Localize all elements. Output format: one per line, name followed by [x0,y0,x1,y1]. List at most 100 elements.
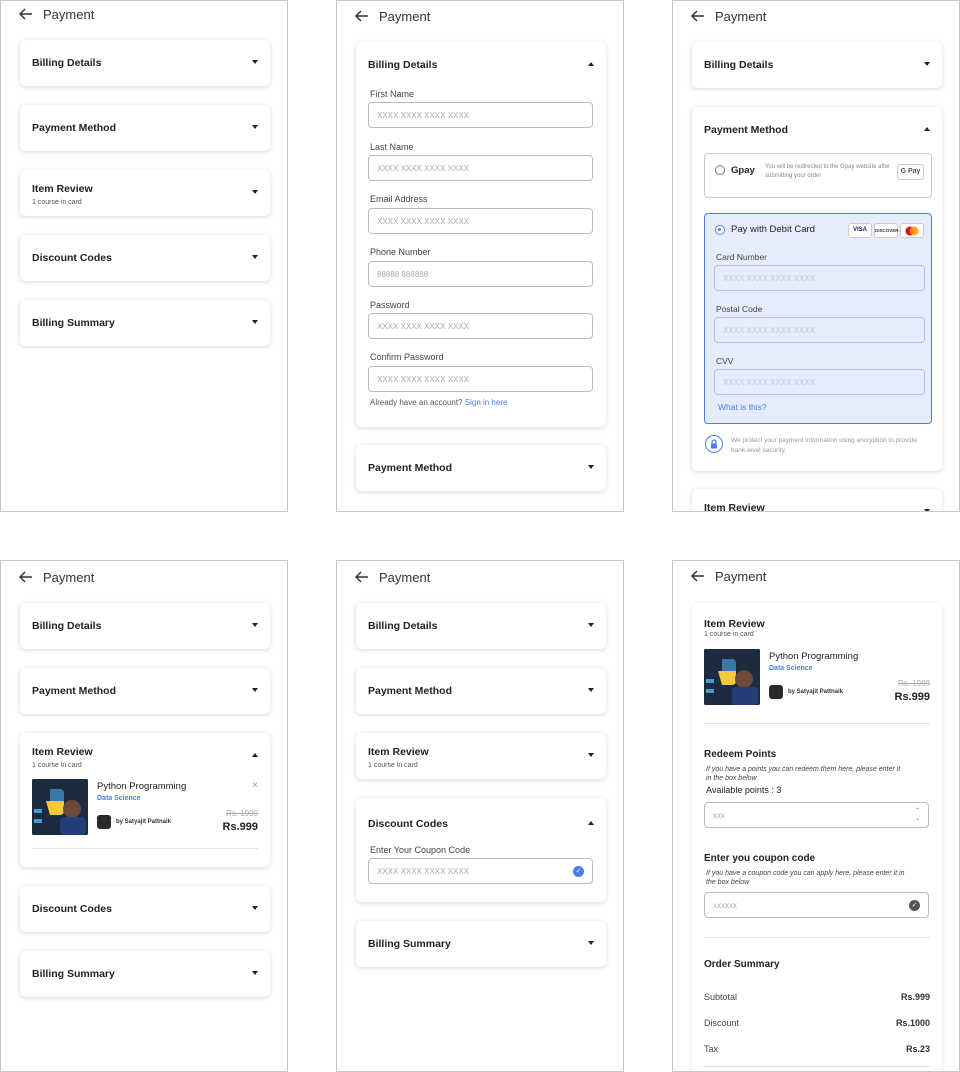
placeholder: XXXX XXXX XXXX XXXX [377,375,470,384]
caret-down-icon[interactable] [588,688,594,692]
section-title: Billing Details [704,59,774,71]
screen-item-review: Payment Billing Details Payment Method I… [0,560,288,1072]
payment-method-section: Payment Method Gpay You will be redirect… [692,107,942,471]
gpay-radio[interactable] [715,165,725,175]
item-review-section: Item Review 1 course in card Python Progr… [20,733,270,867]
first-name-label: First Name [370,89,415,99]
payment-method-section[interactable]: Payment Method [356,668,606,714]
password-input[interactable]: XXXX XXXX XXXX XXXX [368,313,593,339]
header: Payment [19,6,94,22]
debit-card-radio[interactable] [715,225,725,235]
caret-down-icon[interactable] [252,320,258,324]
billing-summary-section[interactable]: Billing Summary [356,921,606,967]
sign-in-link[interactable]: Sign in here [465,398,508,407]
caret-up-icon[interactable] [588,821,594,825]
payment-method-section[interactable]: Payment Method [356,445,606,491]
placeholder: XXXX XXXX XXXX XXXX [723,326,816,335]
course-category: Data Science [97,795,141,802]
caret-down-icon[interactable] [588,623,594,627]
back-arrow-icon[interactable] [691,10,705,22]
remove-item-button[interactable]: × [252,780,258,791]
discount-codes-section[interactable]: Discount Codes [20,235,270,281]
old-price: Rs. 1999 [897,679,930,688]
billing-details-section[interactable]: Billing Details [20,40,270,86]
points-input[interactable]: xxx ⌃ ⌄ [704,802,929,828]
placeholder: XXXX XXXX XXXX XXXX [723,274,816,283]
back-arrow-icon[interactable] [19,8,33,20]
order-summary-title: Order Summary [704,959,780,970]
billing-details-section[interactable]: Billing Details [692,42,942,88]
check-icon[interactable]: ✓ [573,866,584,877]
course-thumbnail [32,779,88,835]
caret-down-icon[interactable] [588,753,594,757]
payment-method-section[interactable]: Payment Method [20,668,270,714]
coupon-input[interactable]: xxxxxx ✓ [704,892,929,918]
debit-card-option[interactable]: Pay with Debit Card VISA DISCOVER Card N… [704,213,932,424]
caret-down-icon[interactable] [252,190,258,194]
card-number-label: Card Number [716,252,768,262]
email-input[interactable]: XXXX XXXX XXXX XXXX [368,208,593,234]
course-title: Python Programming [97,781,187,792]
billing-details-section[interactable]: Billing Details [356,603,606,649]
section-subtitle: 1 course in card [32,199,82,206]
confirm-password-label: Confirm Password [370,352,444,362]
placeholder: XXXX XXXX XXXX XXXX [723,378,816,387]
billing-summary-section[interactable]: Billing Summary [20,951,270,997]
caret-down-icon[interactable] [252,906,258,910]
placeholder: XXXX XXXX XXXX XXXX [377,164,470,173]
caret-down-icon[interactable] [252,60,258,64]
subtotal-row: Subtotal Rs.999 [704,992,930,1002]
author-avatar [97,815,111,829]
caret-up-icon[interactable] [252,753,258,757]
billing-summary-section[interactable]: Billing Summary [20,300,270,346]
phone-label: Phone Number [370,247,431,257]
back-arrow-icon[interactable] [355,571,369,583]
item-review-section[interactable]: Item Review 1 course in card [20,170,270,216]
gpay-option[interactable]: Gpay You will be redirected to the Gpay … [704,153,932,198]
course-author: by Satyajit Pattnaik [788,689,844,695]
billing-details-section[interactable]: Billing Details [20,603,270,649]
screen-billing-summary: Payment Item Review 1 course in card Pyt… [672,560,960,1072]
section-title: Item Review [368,746,429,758]
header: Payment [355,569,430,585]
back-arrow-icon[interactable] [691,570,705,582]
caret-down-icon[interactable] [252,125,258,129]
back-arrow-icon[interactable] [19,571,33,583]
caret-down-icon[interactable] [924,509,930,511]
discount-codes-section[interactable]: Discount Codes [20,886,270,932]
caret-up-icon[interactable] [924,127,930,131]
postal-code-input[interactable]: XXXX XXXX XXXX XXXX [714,317,925,343]
what-is-this-link[interactable]: What is this? [718,402,767,412]
caret-down-icon[interactable] [252,623,258,627]
caret-up-icon[interactable] [588,62,594,66]
confirm-password-input[interactable]: XXXX XXXX XXXX XXXX [368,366,593,392]
payment-method-section[interactable]: Payment Method [20,105,270,151]
caret-down-icon[interactable] [588,465,594,469]
cvv-input[interactable]: XXXX XXXX XXXX XXXX [714,369,925,395]
caret-down-icon[interactable] [252,971,258,975]
card-number-input[interactable]: XXXX XXXX XXXX XXXX [714,265,925,291]
check-icon[interactable]: ✓ [909,900,920,911]
redeem-points-title: Redeem Points [704,749,777,760]
back-arrow-icon[interactable] [355,10,369,22]
debit-card-label: Pay with Debit Card [731,224,815,235]
screen-collapsed: Payment Billing Details Payment Method I… [0,0,288,512]
section-title: Payment Method [32,685,117,697]
section-subtitle: 1 course in card [704,631,754,638]
last-name-input[interactable]: XXXX XXXX XXXX XXXX [368,155,593,181]
item-review-section[interactable]: Item Review [692,489,942,511]
coupon-label: Enter Your Coupon Code [370,845,471,855]
caret-down-icon[interactable] [588,941,594,945]
email-label: Email Address [370,194,428,204]
item-review-section[interactable]: Item Review 1 course in card [356,733,606,779]
section-title: Billing Details [32,57,102,69]
redeem-note: If you have a points you can redeem them… [706,766,901,782]
first-name-input[interactable]: XXXX XXXX XXXX XXXX [368,102,593,128]
phone-input[interactable]: 88888 888888 [368,261,593,287]
caret-down-icon[interactable] [252,688,258,692]
caret-down-icon[interactable] [924,62,930,66]
caret-down-icon[interactable] [252,255,258,259]
gpay-label: Gpay [731,165,755,176]
coupon-input[interactable]: XXXX XXXX XXXX XXXX ✓ [368,858,593,884]
stepper-icon[interactable]: ⌃ ⌄ [915,807,920,823]
